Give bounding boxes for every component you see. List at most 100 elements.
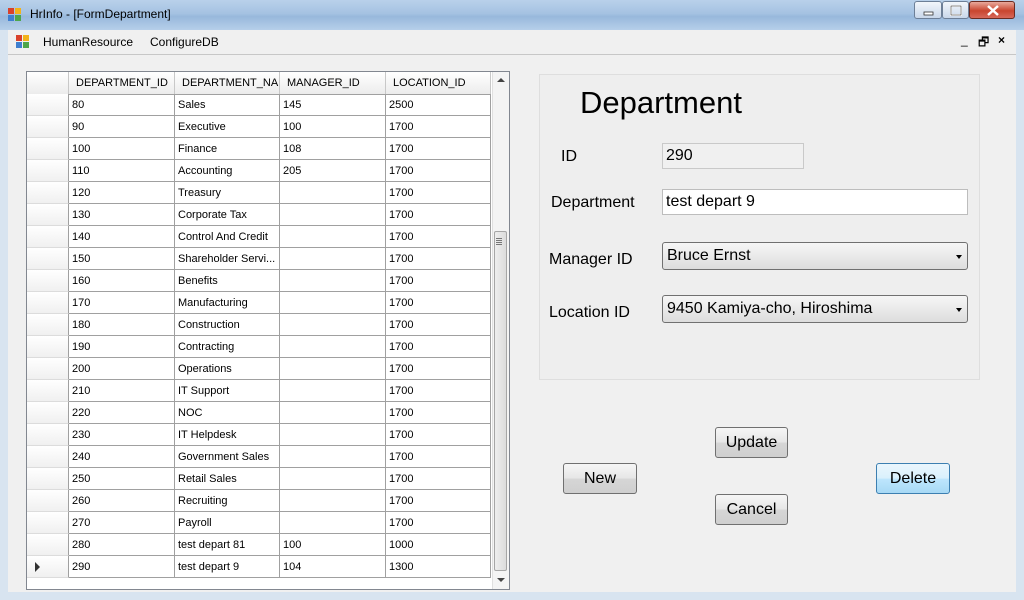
column-header-department-id[interactable]: DEPARTMENT_ID bbox=[69, 72, 175, 94]
table-row[interactable]: 90 Executive 100 1700 bbox=[27, 116, 491, 138]
mdi-close-button[interactable]: × bbox=[998, 33, 1005, 47]
row-header[interactable] bbox=[27, 138, 69, 160]
table-row[interactable]: 240 Government Sales 1700 bbox=[27, 446, 491, 468]
cell-department-name[interactable]: Shareholder Servi... bbox=[175, 248, 280, 270]
mdi-minimize-button[interactable]: _ bbox=[961, 33, 968, 47]
table-row[interactable]: 290 test depart 9 104 1300 bbox=[27, 556, 491, 578]
cell-department-id[interactable]: 200 bbox=[69, 358, 175, 380]
cell-location-id[interactable]: 1700 bbox=[386, 336, 491, 358]
cell-department-name[interactable]: Control And Credit bbox=[175, 226, 280, 248]
cell-manager-id[interactable] bbox=[280, 512, 386, 534]
cell-manager-id[interactable]: 104 bbox=[280, 556, 386, 578]
cell-department-id[interactable]: 160 bbox=[69, 270, 175, 292]
cell-manager-id[interactable] bbox=[280, 182, 386, 204]
cell-department-name[interactable]: Government Sales bbox=[175, 446, 280, 468]
table-row[interactable]: 270 Payroll 1700 bbox=[27, 512, 491, 534]
manager-id-select[interactable]: Bruce Ernst bbox=[662, 242, 968, 270]
cell-department-name[interactable]: test depart 81 bbox=[175, 534, 280, 556]
cell-department-id[interactable]: 270 bbox=[69, 512, 175, 534]
row-header[interactable] bbox=[27, 248, 69, 270]
cell-location-id[interactable]: 1700 bbox=[386, 402, 491, 424]
table-row[interactable]: 170 Manufacturing 1700 bbox=[27, 292, 491, 314]
cell-department-id[interactable]: 290 bbox=[69, 556, 175, 578]
cell-location-id[interactable]: 1700 bbox=[386, 138, 491, 160]
row-header[interactable] bbox=[27, 468, 69, 490]
table-row[interactable]: 110 Accounting 205 1700 bbox=[27, 160, 491, 182]
cell-location-id[interactable]: 1700 bbox=[386, 468, 491, 490]
cell-manager-id[interactable]: 108 bbox=[280, 138, 386, 160]
cell-department-id[interactable]: 230 bbox=[69, 424, 175, 446]
department-name-input[interactable]: test depart 9 bbox=[662, 189, 968, 215]
cell-manager-id[interactable] bbox=[280, 270, 386, 292]
scroll-thumb[interactable] bbox=[494, 231, 507, 571]
cell-location-id[interactable]: 1300 bbox=[386, 556, 491, 578]
cell-location-id[interactable]: 1700 bbox=[386, 292, 491, 314]
cell-department-id[interactable]: 260 bbox=[69, 490, 175, 512]
cell-department-name[interactable]: Accounting bbox=[175, 160, 280, 182]
row-header[interactable] bbox=[27, 314, 69, 336]
cell-location-id[interactable]: 1700 bbox=[386, 490, 491, 512]
cell-manager-id[interactable] bbox=[280, 226, 386, 248]
table-row[interactable]: 80 Sales 145 2500 bbox=[27, 94, 491, 116]
cell-department-name[interactable]: Benefits bbox=[175, 270, 280, 292]
cell-manager-id[interactable] bbox=[280, 468, 386, 490]
row-header[interactable] bbox=[27, 490, 69, 512]
row-header[interactable] bbox=[27, 446, 69, 468]
table-row[interactable]: 180 Construction 1700 bbox=[27, 314, 491, 336]
table-row[interactable]: 140 Control And Credit 1700 bbox=[27, 226, 491, 248]
cell-department-name[interactable]: Treasury bbox=[175, 182, 280, 204]
cell-department-id[interactable]: 180 bbox=[69, 314, 175, 336]
cell-department-name[interactable]: Finance bbox=[175, 138, 280, 160]
cell-manager-id[interactable] bbox=[280, 292, 386, 314]
row-header[interactable] bbox=[27, 380, 69, 402]
cell-department-id[interactable]: 280 bbox=[69, 534, 175, 556]
cell-department-name[interactable]: Payroll bbox=[175, 512, 280, 534]
cell-department-id[interactable]: 190 bbox=[69, 336, 175, 358]
row-header[interactable] bbox=[27, 204, 69, 226]
table-row[interactable]: 120 Treasury 1700 bbox=[27, 182, 491, 204]
cell-location-id[interactable]: 1700 bbox=[386, 424, 491, 446]
table-row[interactable]: 220 NOC 1700 bbox=[27, 402, 491, 424]
cell-manager-id[interactable] bbox=[280, 204, 386, 226]
cell-department-id[interactable]: 100 bbox=[69, 138, 175, 160]
cell-manager-id[interactable]: 100 bbox=[280, 534, 386, 556]
cell-manager-id[interactable] bbox=[280, 424, 386, 446]
row-header[interactable] bbox=[27, 94, 69, 116]
cell-location-id[interactable]: 1700 bbox=[386, 204, 491, 226]
cell-department-name[interactable]: NOC bbox=[175, 402, 280, 424]
cell-department-id[interactable]: 120 bbox=[69, 182, 175, 204]
cell-department-id[interactable]: 130 bbox=[69, 204, 175, 226]
cell-manager-id[interactable] bbox=[280, 248, 386, 270]
table-row[interactable]: 250 Retail Sales 1700 bbox=[27, 468, 491, 490]
cell-location-id[interactable]: 1700 bbox=[386, 446, 491, 468]
cell-location-id[interactable]: 1700 bbox=[386, 226, 491, 248]
row-header[interactable] bbox=[27, 270, 69, 292]
table-row[interactable]: 210 IT Support 1700 bbox=[27, 380, 491, 402]
table-row[interactable]: 100 Finance 108 1700 bbox=[27, 138, 491, 160]
minimize-button[interactable] bbox=[914, 1, 942, 19]
grid-vertical-scrollbar[interactable] bbox=[492, 72, 509, 589]
table-row[interactable]: 160 Benefits 1700 bbox=[27, 270, 491, 292]
cell-manager-id[interactable]: 100 bbox=[280, 116, 386, 138]
row-header[interactable] bbox=[27, 534, 69, 556]
new-button[interactable]: New bbox=[563, 463, 637, 494]
cell-department-id[interactable]: 140 bbox=[69, 226, 175, 248]
row-header[interactable] bbox=[27, 512, 69, 534]
cell-department-name[interactable]: Construction bbox=[175, 314, 280, 336]
cell-department-id[interactable]: 80 bbox=[69, 94, 175, 116]
row-header[interactable] bbox=[27, 358, 69, 380]
cell-location-id[interactable]: 2500 bbox=[386, 94, 491, 116]
delete-button[interactable]: Delete bbox=[876, 463, 950, 494]
cell-location-id[interactable]: 1700 bbox=[386, 248, 491, 270]
row-header[interactable] bbox=[27, 160, 69, 182]
cell-department-id[interactable]: 170 bbox=[69, 292, 175, 314]
cell-department-name[interactable]: Retail Sales bbox=[175, 468, 280, 490]
table-row[interactable]: 260 Recruiting 1700 bbox=[27, 490, 491, 512]
menu-configuredb[interactable]: ConfigureDB bbox=[150, 35, 219, 49]
cell-department-id[interactable]: 220 bbox=[69, 402, 175, 424]
row-header[interactable] bbox=[27, 402, 69, 424]
cell-department-id[interactable]: 90 bbox=[69, 116, 175, 138]
cell-department-name[interactable]: Operations bbox=[175, 358, 280, 380]
column-header-manager-id[interactable]: MANAGER_ID bbox=[280, 72, 386, 94]
table-row[interactable]: 190 Contracting 1700 bbox=[27, 336, 491, 358]
